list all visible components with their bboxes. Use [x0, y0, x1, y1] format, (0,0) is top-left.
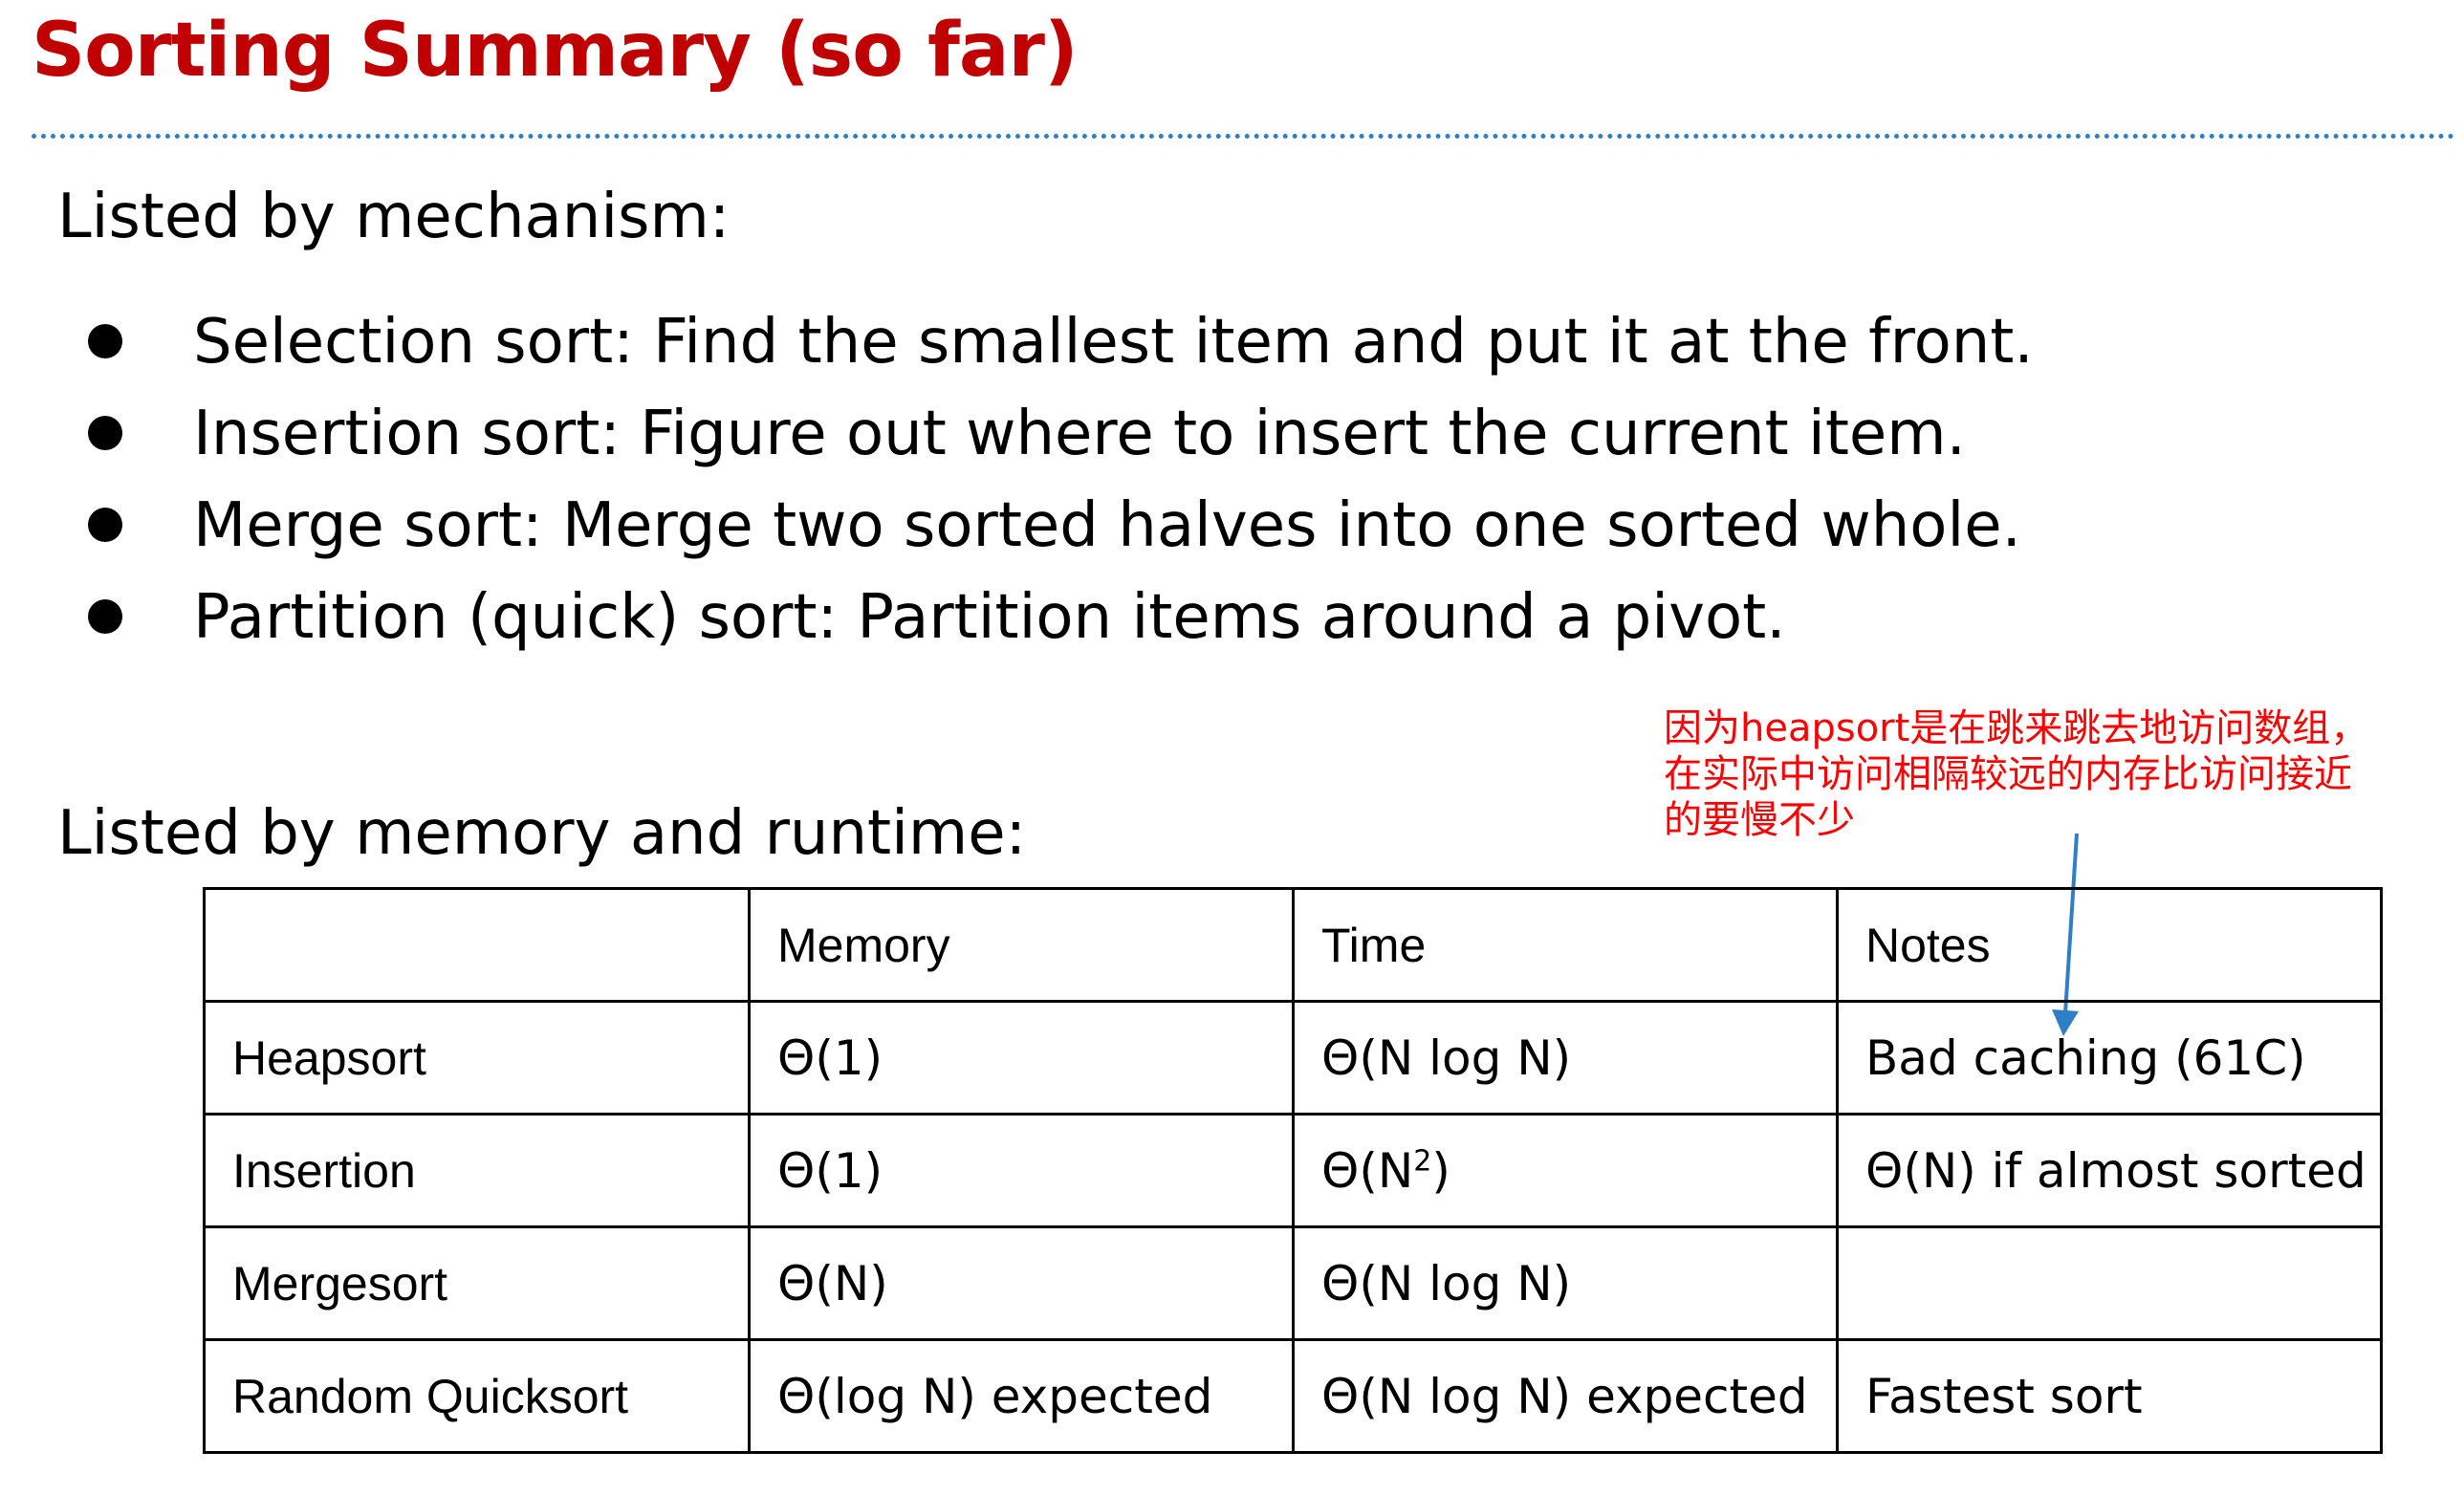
time-value: Θ(N log N) expected	[1321, 1368, 1808, 1424]
notes-cell: Θ(N) if almost sorted	[1836, 1113, 2383, 1228]
list-item-text: Insertion sort: Figure out where to inse…	[193, 399, 1966, 469]
bullet-icon	[88, 324, 122, 359]
time-cell: Θ(N2)	[1292, 1113, 1839, 1228]
list-item: Partition (quick) sort: Partition items …	[88, 572, 2034, 663]
time-value: Θ(N log N)	[1321, 1029, 1572, 1086]
page-title: Sorting Summary (so far)	[32, 8, 1079, 94]
notes-cell	[1836, 1225, 2383, 1341]
table-header-cell: Notes	[1836, 887, 2383, 1003]
mechanism-heading: Listed by mechanism:	[57, 182, 730, 252]
sort-name-cell: Mergesort	[203, 1225, 751, 1341]
memory-cell: Θ(1)	[748, 1113, 1295, 1228]
annotation-line: 在实际中访问相隔较远的内存比访问接近	[1664, 752, 2352, 796]
sort-name-cell: Insertion	[203, 1113, 751, 1228]
table-row: Mergesort Θ(N) Θ(N log N)	[203, 1225, 2383, 1341]
time-value-end: )	[1431, 1142, 1450, 1199]
annotation-line: 因为heapsort是在跳来跳去地访问数组，	[1664, 706, 2369, 750]
time-value: Θ(N log N)	[1321, 1255, 1572, 1311]
annotation-line: 的要慢不少	[1664, 798, 1855, 842]
bullet-icon	[88, 599, 122, 635]
table-header-cell: Memory	[748, 887, 1295, 1003]
list-item-text: Merge sort: Merge two sorted halves into…	[193, 490, 2021, 561]
annotation-note: 因为heapsort是在跳来跳去地访问数组， 在实际中访问相隔较远的内存比访问接…	[1664, 705, 2368, 843]
time-cell: Θ(N log N) expected	[1292, 1338, 1839, 1454]
table-header-cell	[203, 887, 751, 1003]
notes-cell: Fastest sort	[1836, 1338, 2383, 1454]
memory-cell: Θ(log N) expected	[748, 1338, 1295, 1454]
runtime-heading: Listed by memory and runtime:	[57, 798, 1027, 869]
list-item: Merge sort: Merge two sorted halves into…	[88, 480, 2034, 572]
list-item: Selection sort: Find the smallest item a…	[88, 296, 2034, 388]
time-exponent: 2	[1413, 1143, 1432, 1178]
memory-cell: Θ(N)	[748, 1225, 1295, 1341]
time-cell: Θ(N log N)	[1292, 1225, 1839, 1341]
runtime-table: Memory Time Notes Heapsort Θ(1) Θ(N log …	[203, 887, 2383, 1454]
sort-name-cell: Random Quicksort	[203, 1338, 751, 1454]
table-row: Insertion Θ(1) Θ(N2) Θ(N) if almost sort…	[203, 1113, 2383, 1228]
bullet-icon	[88, 508, 122, 543]
notes-cell: Bad caching (61C)	[1836, 1000, 2383, 1116]
table-row: Heapsort Θ(1) Θ(N log N) Bad caching (61…	[203, 1000, 2383, 1116]
time-value: Θ(N	[1321, 1142, 1414, 1199]
time-cell: Θ(N log N)	[1292, 1000, 1839, 1116]
title-divider	[32, 134, 2455, 139]
memory-cell: Θ(1)	[748, 1000, 1295, 1116]
table-header-row: Memory Time Notes	[203, 887, 2383, 1003]
list-item-text: Selection sort: Find the smallest item a…	[193, 307, 2034, 378]
bullet-icon	[88, 416, 122, 451]
table-header-cell: Time	[1292, 887, 1839, 1003]
list-item-text: Partition (quick) sort: Partition items …	[193, 582, 1786, 653]
list-item: Insertion sort: Figure out where to inse…	[88, 388, 2034, 480]
sort-name-cell: Heapsort	[203, 1000, 751, 1116]
table-row: Random Quicksort Θ(log N) expected Θ(N l…	[203, 1338, 2383, 1454]
mechanism-list: Selection sort: Find the smallest item a…	[88, 296, 2034, 663]
